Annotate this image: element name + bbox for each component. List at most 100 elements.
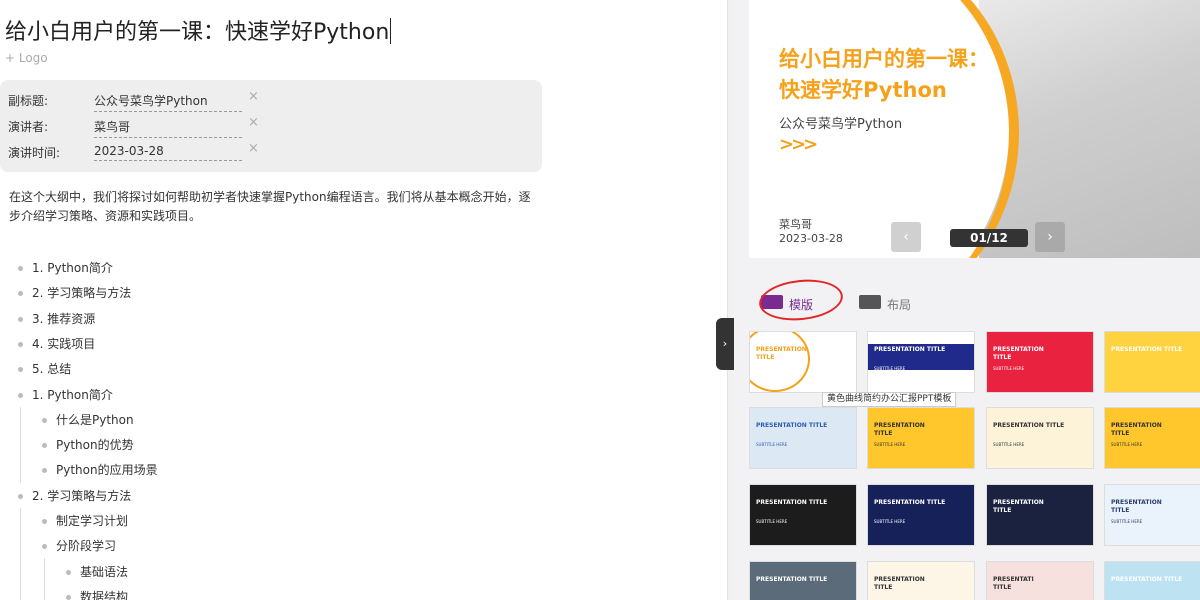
template-thumbnail[interactable]: PRESENTATION TITLE SUBTITLE HERE [1104, 407, 1200, 469]
outline-item[interactable]: 3. 推荐资源 [18, 310, 95, 327]
thumbnail-subtitle: SUBTITLE HERE [1111, 442, 1143, 447]
template-thumbnail[interactable]: PRESENTATION TITLE [867, 561, 975, 600]
bullet-icon [42, 443, 47, 449]
document-title-field[interactable]: 给小白用户的第一课：快速学好Python [5, 14, 392, 46]
outline-item-text: 数据结构 [80, 589, 129, 600]
slide-chevrons-icon: >>> [779, 134, 818, 155]
outline-item[interactable]: 数据结构 [66, 588, 128, 600]
panel-divider[interactable] [727, 0, 734, 600]
outline-item[interactable]: 1. Python简介 [18, 259, 113, 276]
outline-item-text: 基础语法 [80, 564, 129, 579]
thumbnail-title: PRESENTATION TITLE [874, 576, 925, 591]
template-thumbnail[interactable]: PRESENTATION TITLE [1104, 561, 1200, 600]
outline-item[interactable]: 5. 总结 [18, 360, 71, 377]
thumbnail-title: PRESENTATION TITLE [756, 499, 828, 506]
presenter-input[interactable]: 菜鸟哥 [94, 118, 242, 138]
thumbnail-title: PRESENTATION TITLE [1111, 422, 1162, 437]
thumbnail-subtitle: SUBTITLE HERE [993, 366, 1025, 371]
bullet-icon [66, 569, 71, 575]
bullet-icon [42, 468, 47, 474]
thumbnail-title: PRESENTATION TITLE [993, 346, 1044, 361]
meta-label: 演讲者: [8, 120, 49, 134]
clear-icon[interactable]: × [248, 115, 259, 130]
outline-item-text: Python的应用场景 [56, 463, 158, 478]
bullet-icon [42, 519, 47, 524]
outline-item-text: 5. 总结 [32, 362, 72, 377]
thumbnail-title: PRESENTATION TITLE [1111, 499, 1162, 514]
outline-guide-line [20, 508, 21, 600]
document-title-text: 给小白用户的第一课：快速学好Python [5, 20, 390, 45]
bullet-icon [18, 367, 23, 373]
meta-card: 副标题: 公众号菜鸟学Python × 演讲者: 菜鸟哥 × 演讲时间: 202… [0, 80, 542, 172]
template-thumbnail[interactable]: PRESENTATION TITLE [986, 484, 1094, 546]
template-thumbnail[interactable]: PRESENTATION TITLE [1104, 331, 1200, 393]
outline-editor: 给小白用户的第一课：快速学好Python + Logo 副标题: 公众号菜鸟学P… [0, 0, 548, 600]
template-thumbnail[interactable]: PRESENTATION TITLE SUBTITLE HERE [749, 484, 857, 546]
meta-label: 演讲时间: [8, 146, 61, 160]
preview-panel: 给小白用户的第一课：快速学好Python 公众号菜鸟学Python >>> 菜鸟… [734, 0, 1200, 600]
template-thumbnail[interactable]: PRESENTATION TITLE SUBTITLE HERE [867, 484, 975, 546]
template-tooltip: 黄色曲线简约办公汇报PPT模板 [822, 392, 957, 407]
previous-slide-button[interactable]: ‹ [891, 222, 921, 252]
thumbnail-title: PRESENTATION TITLE [874, 346, 946, 353]
thumbnail-subtitle: SUBTITLE HERE [756, 442, 788, 447]
clear-icon[interactable]: × [248, 141, 259, 156]
outline-item[interactable]: 4. 实践项目 [18, 335, 95, 352]
bullet-icon [42, 417, 47, 423]
outline-item-text: 3. 推荐资源 [32, 311, 96, 326]
slide-date: 2023-03-28 [779, 232, 843, 245]
template-thumbnail[interactable]: PRESENTATION TITLE SUBTITLE HERE [867, 407, 975, 469]
tab-layout[interactable]: 布局 [859, 288, 919, 318]
template-thumbnail[interactable]: PRESENTATION TITLE SUBTITLE HERE [986, 407, 1094, 469]
template-thumbnail[interactable]: PRESENTATION TITLE [749, 561, 857, 600]
template-thumbnail[interactable]: PRESENTATION TITLE SUBTITLE HERE [1104, 484, 1200, 546]
template-thumbnail[interactable]: PRESENTATION TITLE SUBTITLE HERE [749, 407, 857, 469]
outline-item[interactable]: 分阶段学习 [42, 537, 116, 554]
thumbnail-subtitle: SUBTITLE HERE [874, 366, 906, 371]
template-thumbnail[interactable]: PRESENTATION TITLE SUBTITLE HERE [867, 331, 975, 393]
clear-icon[interactable]: × [248, 89, 259, 104]
outline-item[interactable]: Python的优势 [42, 436, 134, 453]
bullet-icon [18, 341, 23, 347]
template-thumbnail[interactable]: PRESENTATI TITLE [986, 561, 1094, 600]
bullet-icon [18, 316, 23, 322]
outline-item[interactable]: 2. 学习策略与方法 [18, 284, 131, 301]
outline-item-text: 4. 实践项目 [32, 336, 96, 351]
thumbnail-title: PRESENTATION TITLE [1111, 346, 1183, 353]
bullet-icon [66, 594, 71, 600]
outline-item[interactable]: Python的应用场景 [42, 461, 158, 478]
add-logo-button[interactable]: + Logo [5, 51, 48, 65]
subtitle-input[interactable]: 公众号菜鸟学Python [94, 92, 242, 112]
layout-icon [859, 295, 881, 309]
outline-item[interactable]: 什么是Python [42, 411, 134, 428]
thumbnail-title: PRESENTATION TITLE [993, 422, 1065, 429]
template-thumbnail[interactable]: PRESENTATION TITLE [749, 331, 857, 393]
outline-guide-line [44, 558, 45, 600]
outline-item[interactable]: 1. Python简介 [18, 386, 113, 403]
bullet-icon [42, 544, 47, 550]
template-thumbnail[interactable]: PRESENTATION TITLE SUBTITLE HERE [986, 331, 1094, 393]
slide-author: 菜鸟哥 [779, 218, 812, 231]
red-circle-annotation [757, 275, 845, 325]
outline-item[interactable]: 基础语法 [66, 563, 128, 580]
thumbnail-subtitle: SUBTITLE HERE [993, 442, 1025, 447]
thumbnail-title: PRESENTATION TITLE [1111, 576, 1183, 583]
thumbnail-title: PRESENTATION TITLE [756, 422, 828, 429]
thumbnail-title: PRESENTATION TITLE [756, 576, 828, 583]
tab-templates[interactable]: 模版 [757, 275, 845, 325]
thumbnail-subtitle: SUBTITLE HERE [1111, 519, 1143, 524]
outline-item-text: 2. 学习策略与方法 [32, 488, 132, 503]
outline-item[interactable]: 2. 学习策略与方法 [18, 487, 131, 504]
outline-item-text: 制定学习计划 [56, 514, 129, 528]
outline-item[interactable]: 制定学习计划 [42, 512, 128, 529]
meta-label: 副标题: [8, 94, 49, 108]
thumbnail-title: PRESENTATION TITLE [874, 499, 946, 506]
collapse-panel-button[interactable]: › [716, 318, 734, 370]
outline-item-text: 1. Python简介 [32, 387, 113, 402]
bullet-icon [18, 392, 23, 398]
next-slide-button[interactable]: › [1035, 222, 1065, 252]
intro-paragraph[interactable]: 在这个大纲中，我们将探讨如何帮助初学者快速掌握Python编程语言。我们将从基本… [9, 188, 539, 226]
thumbnail-title: PRESENTATION TITLE [756, 346, 807, 361]
date-input[interactable]: 2023-03-28 [94, 144, 242, 161]
outline-item-text: 2. 学习策略与方法 [32, 286, 132, 301]
